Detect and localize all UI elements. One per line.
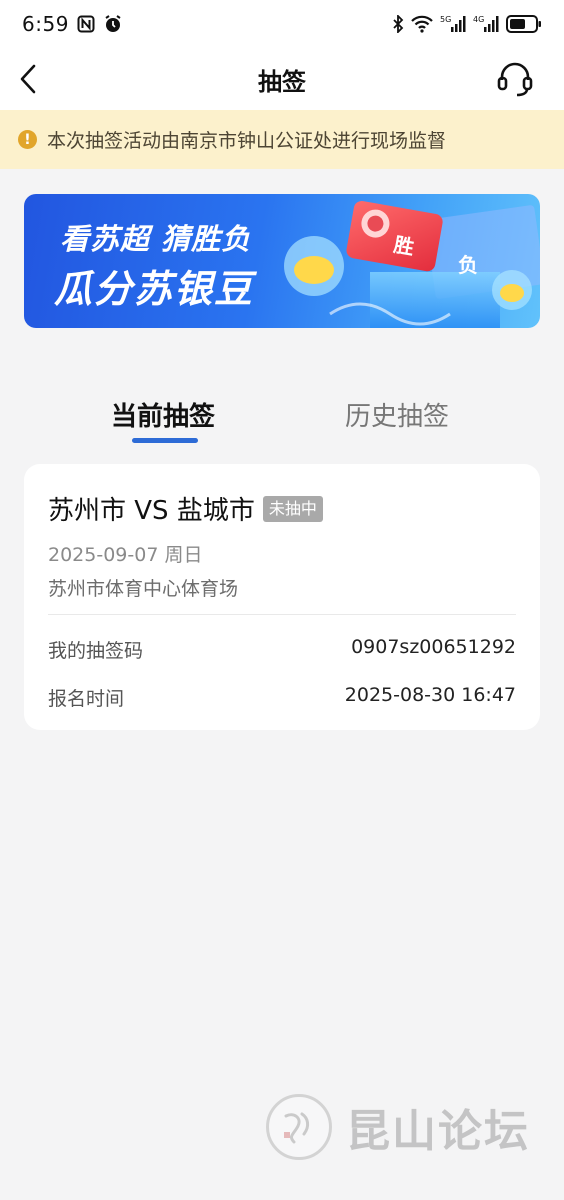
header-area: 6:59 5G 4G 抽签 (0, 0, 564, 110)
draw-code-value: 0907sz00651292 (351, 636, 516, 658)
signup-time-row: 报名时间 2025-08-30 16:47 (48, 684, 516, 711)
battery-icon (506, 14, 542, 34)
page-title: 抽签 (258, 67, 306, 96)
signal-5g-label: 5G (440, 15, 451, 24)
signup-time-label: 报名时间 (48, 688, 125, 710)
promo-banner[interactable]: 看苏超 猜胜负 瓜分苏银豆 胜 负 (24, 194, 540, 328)
banner-subheadline: 瓜分苏银豆 (54, 267, 255, 311)
draw-code-row: 我的抽签码 0907sz00651292 (48, 636, 516, 663)
banner-illustration: 胜 负 (284, 200, 540, 328)
tab-current-draw[interactable]: 当前抽签 (111, 396, 215, 433)
signup-time-value: 2025-08-30 16:47 (344, 684, 516, 706)
exclamation-circle-icon: ! (18, 130, 37, 149)
bluetooth-icon (392, 15, 404, 33)
status-badge: 未抽中 (262, 495, 323, 522)
banner-headline: 看苏超 猜胜负 (60, 222, 252, 256)
status-time: 6:59 (22, 12, 69, 36)
status-bar: 6:59 5G 4G (0, 0, 564, 48)
nfc-icon (77, 15, 95, 33)
tab-bar: 当前抽签 历史抽签 (0, 396, 564, 452)
divider (48, 614, 516, 615)
watermark-text: 昆山论坛 (346, 1106, 530, 1157)
watermark: 昆山论坛 (266, 1094, 530, 1160)
nav-bar: 抽签 (0, 48, 564, 110)
customer-service-button[interactable] (496, 60, 534, 98)
notice-text: 本次抽签活动由南京市钟山公证处进行现场监督 (47, 130, 447, 152)
active-tab-indicator (132, 438, 198, 443)
headset-icon (497, 62, 533, 97)
signal-4g-icon: 4G (473, 14, 499, 34)
alarm-icon (103, 14, 123, 34)
match-venue: 苏州市体育中心体育场 (48, 578, 239, 600)
match-title: 苏州市 VS 盐城市 (48, 496, 255, 526)
signal-5g-icon: 5G (440, 14, 466, 34)
wifi-icon (411, 15, 433, 33)
tab-history-draw[interactable]: 历史抽签 (345, 396, 449, 433)
draw-card[interactable]: 苏州市 VS 盐城市 未抽中 2025-09-07 周日 苏州市体育中心体育场 … (24, 464, 540, 730)
chevron-left-icon (20, 64, 36, 94)
back-button[interactable] (18, 62, 48, 96)
draw-code-label: 我的抽签码 (48, 640, 144, 662)
notice-bar: ! 本次抽签活动由南京市钟山公证处进行现场监督 (0, 110, 564, 169)
banner-tag-win: 胜 (392, 232, 416, 259)
banner-tag-lose: 负 (458, 253, 478, 277)
watermark-logo (266, 1094, 332, 1160)
match-date: 2025-09-07 周日 (48, 544, 203, 566)
signal-4g-label: 4G (473, 15, 484, 24)
